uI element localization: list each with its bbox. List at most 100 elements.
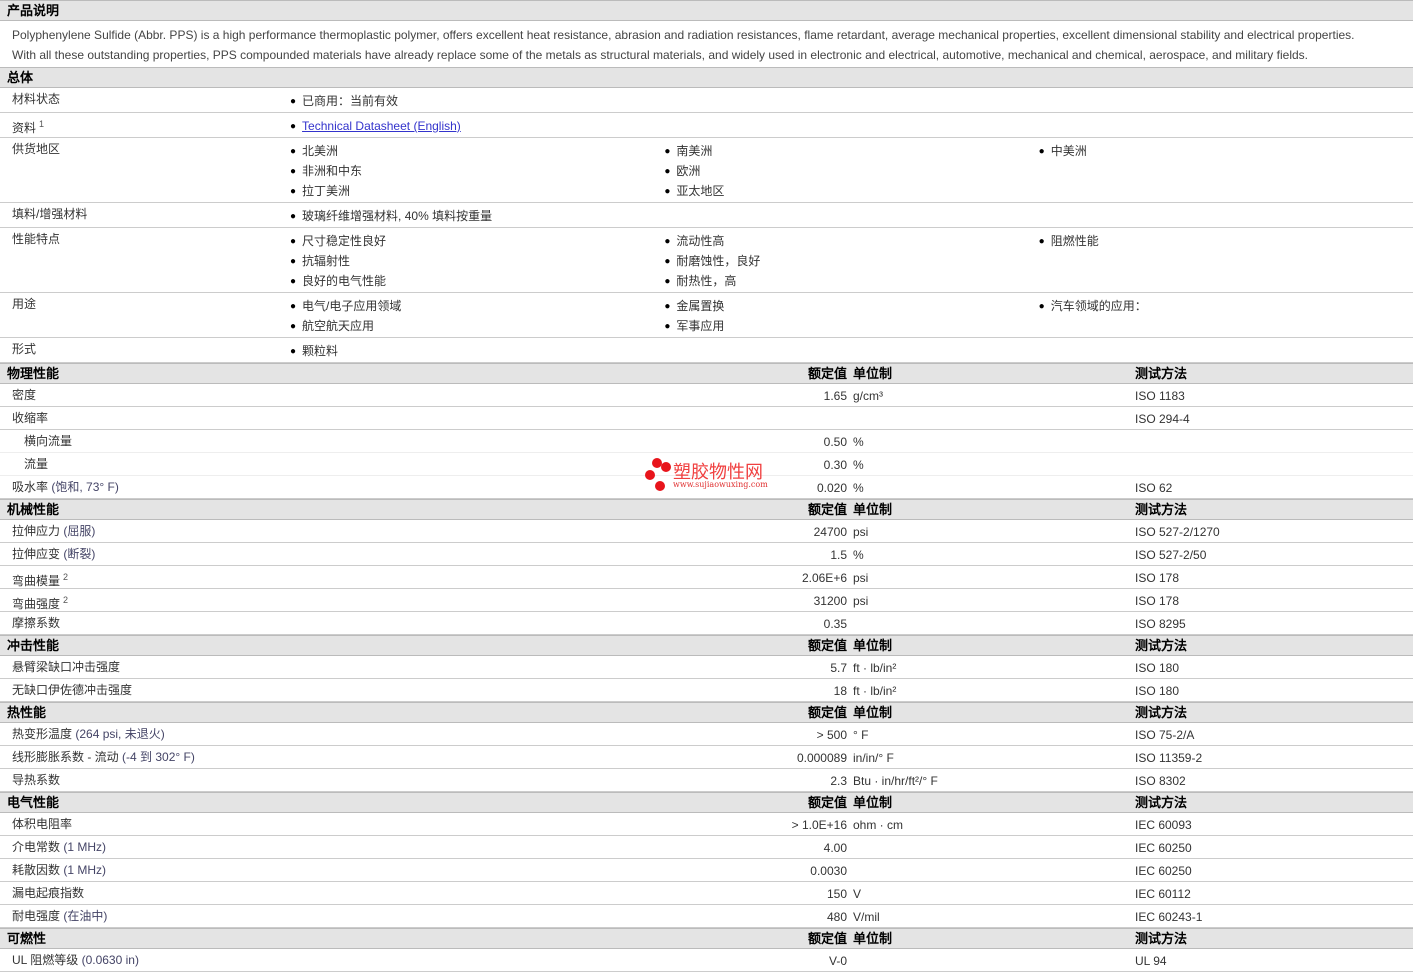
section-title: 总体	[7, 70, 34, 85]
property-label: 体积电阻率	[12, 817, 72, 831]
column-header-unit: 单位制	[853, 931, 893, 946]
property-value: > 500	[816, 728, 847, 742]
property-value: 0.35	[823, 617, 847, 631]
property-name: 收缩率	[12, 411, 49, 425]
value-column: 中美洲	[1039, 141, 1413, 201]
property-label: 热变形温度 (264 psi, 未退火)	[12, 727, 165, 741]
property-row: 耗散因数 (1 MHz) 0.0030 IEC 60250	[0, 859, 1413, 882]
property-label: 填料/增强材料	[12, 207, 87, 221]
property-row: 横向流量 0.50%	[0, 430, 1413, 453]
property-unit: ft · lb/in²	[853, 661, 897, 675]
list-item: 已商用：当前有效	[290, 91, 668, 111]
property-row: 收缩率 ISO 294-4	[0, 407, 1413, 430]
property-value: 0.000089	[796, 751, 847, 765]
section-header: 总体	[0, 67, 1413, 88]
property-row: 体积电阻率 > 1.0E+16 ohm · cm IEC 60093	[0, 813, 1413, 836]
column-header-unit: 单位制	[853, 502, 893, 517]
test-method: ISO 527-2/50	[1135, 548, 1207, 562]
property-unit: V	[853, 887, 862, 901]
test-method: IEC 60250	[1135, 841, 1192, 855]
property-name: 导热系数	[12, 773, 61, 787]
property-name: 介电常数	[12, 840, 61, 854]
footnote-marker: 2	[63, 572, 69, 582]
property-row: 热变形温度 (264 psi, 未退火) > 500 ° F ISO 75-2/A	[0, 723, 1413, 746]
property-values: 颗粒料	[290, 338, 1413, 362]
product-description: Polyphenylene Sulfide (Abbr. PPS) is a h…	[0, 21, 1413, 67]
list-item: 军事应用	[664, 316, 1038, 336]
list-item: 抗辐射性	[290, 251, 664, 271]
section-header: 物理性能 额定值 单位制 测试方法	[0, 363, 1413, 384]
watermark-url: www.sujiaowuxing.com	[673, 480, 768, 489]
value-column: 阻燃性能	[1039, 231, 1413, 291]
property-value: 18	[833, 684, 847, 698]
property-values: Technical Datasheet (English)	[290, 113, 1413, 137]
property-label: 资料 1	[12, 117, 44, 135]
test-method: IEC 60243-1	[1135, 910, 1203, 924]
section-header: 机械性能 额定值 单位制 测试方法	[0, 499, 1413, 520]
property-values: 已商用：当前有效	[290, 88, 1413, 112]
property-row: 拉伸应力 (屈服) 24700 psi ISO 527-2/1270	[0, 520, 1413, 543]
datasheet-link[interactable]: Technical Datasheet (English)	[302, 119, 461, 133]
property-unit: V/mil	[853, 910, 880, 924]
column-header-method: 测试方法	[1135, 638, 1188, 653]
property-value: 480	[826, 910, 847, 924]
property-value: 0.30	[823, 458, 847, 472]
property-name: 漏电起痕指数	[12, 886, 85, 900]
section-title: 机械性能	[7, 502, 60, 517]
test-method: ISO 75-2/A	[1135, 728, 1195, 742]
test-method: ISO 178	[1135, 594, 1180, 608]
section-header: 可燃性 额定值 单位制 测试方法	[0, 928, 1413, 949]
property-row: 弯曲模量 2 2.06E+6 psi ISO 178	[0, 566, 1413, 589]
column-header-value: 额定值	[807, 705, 847, 720]
general-row: 资料1 Technical Datasheet (English)	[0, 113, 1413, 138]
property-value: 0.50	[823, 435, 847, 449]
section-title: 冲击性能	[7, 638, 60, 653]
property-row: 悬臂梁缺口冲击强度 5.7 ft · lb/in² ISO 180	[0, 656, 1413, 679]
property-name: 填料/增强材料	[12, 207, 88, 221]
test-method: ISO 527-2/1270	[1135, 525, 1220, 539]
property-value: 2.3	[830, 774, 847, 788]
test-condition: (-4 到 302° F)	[122, 750, 195, 764]
section-title: 可燃性	[7, 931, 47, 946]
list-item: 汽车领域的应用：	[1039, 296, 1413, 316]
property-values: 电气/电子应用领域航空航天应用金属置换军事应用汽车领域的应用：	[290, 293, 1413, 337]
property-name: 耗散因数	[12, 863, 61, 877]
property-row: 拉伸应变 (断裂) 1.5% ISO 527-2/50	[0, 543, 1413, 566]
property-label: 收缩率	[12, 411, 48, 425]
general-row: 供货地区 北美洲非洲和中东拉丁美洲南美洲欧洲亚太地区中美洲	[0, 138, 1413, 203]
property-name: 流量	[24, 457, 49, 471]
test-method: UL 94	[1135, 954, 1167, 968]
property-row: 耐电强度 (在油中) 480 V/mil IEC 60243-1	[0, 905, 1413, 928]
property-unit: psi	[853, 571, 869, 585]
section-title: 产品说明	[7, 3, 60, 18]
property-label: 材料状态	[12, 92, 60, 106]
property-name: 密度	[12, 388, 37, 402]
watermark-logo: 塑胶物性网 www.sujiaowuxing.com	[644, 458, 784, 492]
test-condition: (在油中)	[63, 909, 108, 923]
column-header-unit: 单位制	[853, 366, 893, 381]
value-column: Technical Datasheet (English)	[290, 116, 668, 136]
test-condition: (屈服)	[63, 524, 96, 538]
general-row: 用途 电气/电子应用领域航空航天应用金属置换军事应用汽车领域的应用：	[0, 293, 1413, 338]
footnote-marker: 1	[39, 119, 45, 129]
value-column: 金属置换军事应用	[664, 296, 1038, 336]
list-item: 尺寸稳定性良好	[290, 231, 664, 251]
general-row: 填料/增强材料 玻璃纤维增强材料, 40% 填料按重量	[0, 203, 1413, 228]
property-row: 弯曲强度 2 31200 psi ISO 178	[0, 589, 1413, 612]
column-header-unit: 单位制	[853, 638, 893, 653]
list-item: 航空航天应用	[290, 316, 664, 336]
column-header-value: 额定值	[807, 366, 847, 381]
property-unit: %	[853, 481, 864, 495]
section-title: 电气性能	[7, 795, 60, 810]
column-header-unit: 单位制	[853, 705, 893, 720]
value-column: 汽车领域的应用：	[1039, 296, 1413, 336]
property-unit: psi	[853, 525, 869, 539]
list-item: 玻璃纤维增强材料, 40% 填料按重量	[290, 206, 668, 226]
property-value: 0.020	[816, 481, 847, 495]
test-method: ISO 294-4	[1135, 412, 1190, 426]
property-name: 悬臂梁缺口冲击强度	[12, 660, 121, 674]
value-column: 已商用：当前有效	[290, 91, 668, 111]
property-label: 耗散因数 (1 MHz)	[12, 863, 106, 877]
property-name: 线形膨胀系数 - 流动	[12, 750, 119, 764]
column-header-unit: 单位制	[853, 795, 893, 810]
